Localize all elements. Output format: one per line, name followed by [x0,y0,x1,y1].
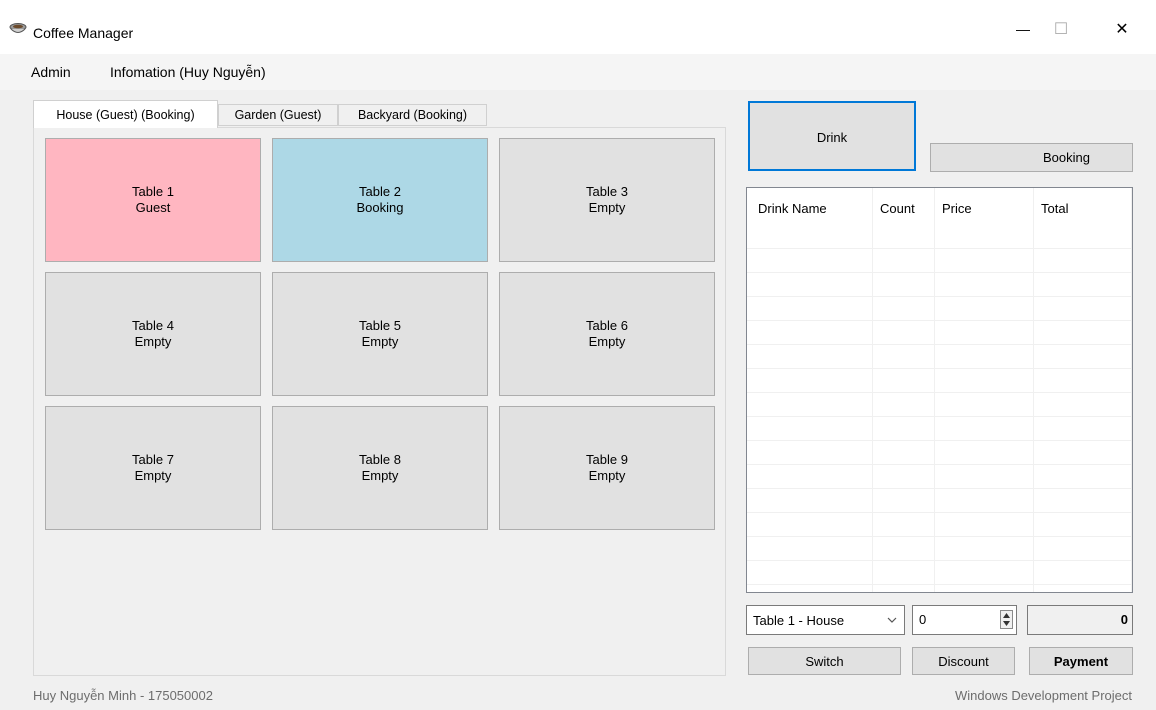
discount-value: 0 [919,612,927,627]
table-name: Table 7 [132,452,174,467]
student-info: Huy Nguyễn Minh - 175050002 [33,688,213,703]
row-line [747,320,1132,321]
table-status: Empty [134,334,172,349]
discount-label: Discount [938,653,989,669]
total-price-field: 0 [1027,605,1133,635]
spin-buttons[interactable] [1000,610,1013,629]
switch-label: Switch [805,653,844,669]
minimize-icon: — [1016,21,1030,37]
table-status: Empty [588,334,626,349]
switch-button[interactable]: Switch [748,647,901,675]
table-button-2[interactable]: Table 2 Booking [272,138,488,262]
discount-button[interactable]: Discount [912,647,1015,675]
table-button-5[interactable]: Table 5 Empty [272,272,488,396]
table-name: Table 8 [359,452,401,467]
row-line [747,536,1132,537]
discount-stepper[interactable]: 0 [912,605,1017,635]
coffee-cup-icon [9,23,27,33]
table-button-3[interactable]: Table 3 Empty [499,138,715,262]
column-header-price[interactable]: Price [942,201,972,216]
table-name: Table 5 [359,318,401,333]
arrow-up-icon[interactable] [1003,613,1010,618]
table-status: Empty [134,468,172,483]
table-button-1[interactable]: Table 1 Guest [45,138,261,262]
table-status: Empty [588,200,626,215]
row-line [747,512,1132,513]
row-line [747,464,1132,465]
title-bar: Coffee Manager — ☐ ✕ [0,0,1156,54]
row-line [747,560,1132,561]
column-header-total[interactable]: Total [1041,201,1068,216]
row-line [747,392,1132,393]
close-button[interactable]: ✕ [1099,10,1145,48]
row-line [747,416,1132,417]
booking-button[interactable]: Booking [930,143,1133,172]
arrow-down-icon[interactable] [1003,621,1010,626]
payment-label: Payment [1053,653,1109,669]
table-status: Empty [361,468,399,483]
tab-garden[interactable]: Garden (Guest) [218,104,338,126]
project-label: Windows Development Project [954,688,1132,703]
row-line [747,488,1132,489]
row-line [747,440,1132,441]
table-button-4[interactable]: Table 4 Empty [45,272,261,396]
column-header-count[interactable]: Count [880,201,915,216]
close-icon: ✕ [1115,21,1129,38]
tab-house[interactable]: House (Guest) (Booking) [33,100,218,128]
menu-information[interactable]: Infomation (Huy Nguyễn) [110,64,266,80]
table-select[interactable]: Table 1 - House [746,605,905,635]
table-button-9[interactable]: Table 9 Empty [499,406,715,530]
total-price-value: 0 [1120,612,1128,627]
window-title: Coffee Manager [33,25,134,41]
row-line [747,344,1132,345]
payment-button[interactable]: Payment [1029,647,1133,675]
table-button-6[interactable]: Table 6 Empty [499,272,715,396]
table-button-8[interactable]: Table 8 Empty [272,406,488,530]
chevron-down-icon [887,617,897,623]
menu-admin[interactable]: Admin [31,64,71,80]
table-status: Booking [356,200,404,215]
table-name: Table 6 [586,318,628,333]
maximize-icon: ☐ [1053,21,1069,38]
booking-label: Booking [1043,150,1090,165]
table-select-value: Table 1 - House [753,613,845,628]
table-name: Table 2 [359,184,401,199]
table-name: Table 3 [586,184,628,199]
table-name: Table 4 [132,318,174,333]
row-line [747,248,1132,249]
table-name: Table 1 [132,184,174,199]
drink-label: Drink [816,130,848,145]
maximize-button[interactable]: ☐ [1038,10,1084,48]
table-button-7[interactable]: Table 7 Empty [45,406,261,530]
order-list[interactable]: Drink Name Count Price Total [746,187,1133,593]
table-status: Empty [588,468,626,483]
table-name: Table 9 [586,452,628,467]
drink-button[interactable]: Drink [748,101,916,171]
row-line [747,296,1132,297]
row-line [747,272,1132,273]
row-line [747,584,1132,585]
tab-backyard[interactable]: Backyard (Booking) [338,104,487,126]
row-line [747,368,1132,369]
table-status: Empty [361,334,399,349]
table-status: Guest [135,200,171,215]
column-header-drink-name[interactable]: Drink Name [758,201,827,216]
